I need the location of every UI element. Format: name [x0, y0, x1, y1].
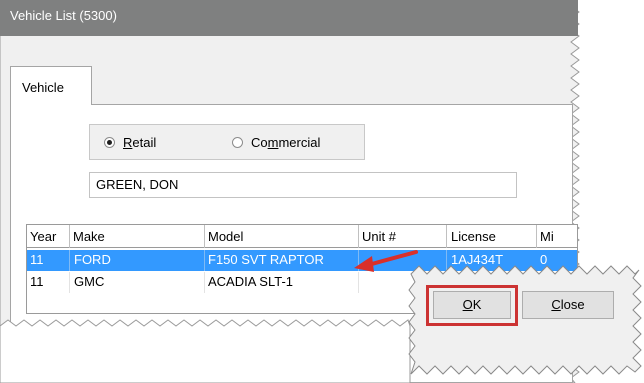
col-header-make[interactable]: Make [73, 227, 105, 247]
tab-join [11, 103, 91, 106]
col-divider [69, 225, 70, 248]
cell-year: 11 [30, 274, 44, 289]
cell-make: GMC [74, 274, 105, 289]
cell-year: 11 [30, 252, 44, 267]
radio-retail[interactable]: Retail [104, 131, 156, 153]
cell-model: ACADIA SLT-1 [208, 274, 294, 289]
col-divider [204, 225, 205, 248]
row-divider [204, 272, 205, 293]
tab-vehicle-label: Vehicle [22, 80, 64, 95]
radio-commercial-label: Commercial [251, 134, 321, 150]
cell-model: F150 SVT RAPTOR [208, 252, 324, 267]
ok-button[interactable]: OK [433, 291, 511, 319]
row-divider [204, 250, 205, 271]
col-divider [358, 225, 359, 248]
radio-unchecked-icon [232, 136, 243, 148]
radio-retail-label: Retail [123, 134, 157, 150]
col-header-model[interactable]: Model [208, 227, 243, 247]
row-divider [69, 272, 70, 293]
col-header-unit[interactable]: Unit # [362, 227, 396, 247]
ok-button-label: OK [462, 297, 482, 312]
radio-checked-icon [104, 136, 115, 148]
radio-commercial[interactable]: Commercial [232, 131, 320, 153]
window-title: Vehicle List (5300) [10, 8, 117, 23]
col-header-mileage[interactable]: Mi [540, 227, 554, 247]
close-button[interactable]: Close [522, 291, 614, 319]
close-button-label: Close [551, 297, 585, 312]
row-divider [69, 250, 70, 271]
col-divider [536, 225, 537, 248]
cell-make: FORD [74, 252, 111, 267]
pointer-arrow-icon [350, 246, 420, 276]
col-header-license[interactable]: License [451, 227, 496, 247]
col-header-year[interactable]: Year [30, 227, 56, 247]
customer-name-field[interactable]: GREEN, DON [89, 172, 517, 198]
col-divider [446, 225, 447, 248]
